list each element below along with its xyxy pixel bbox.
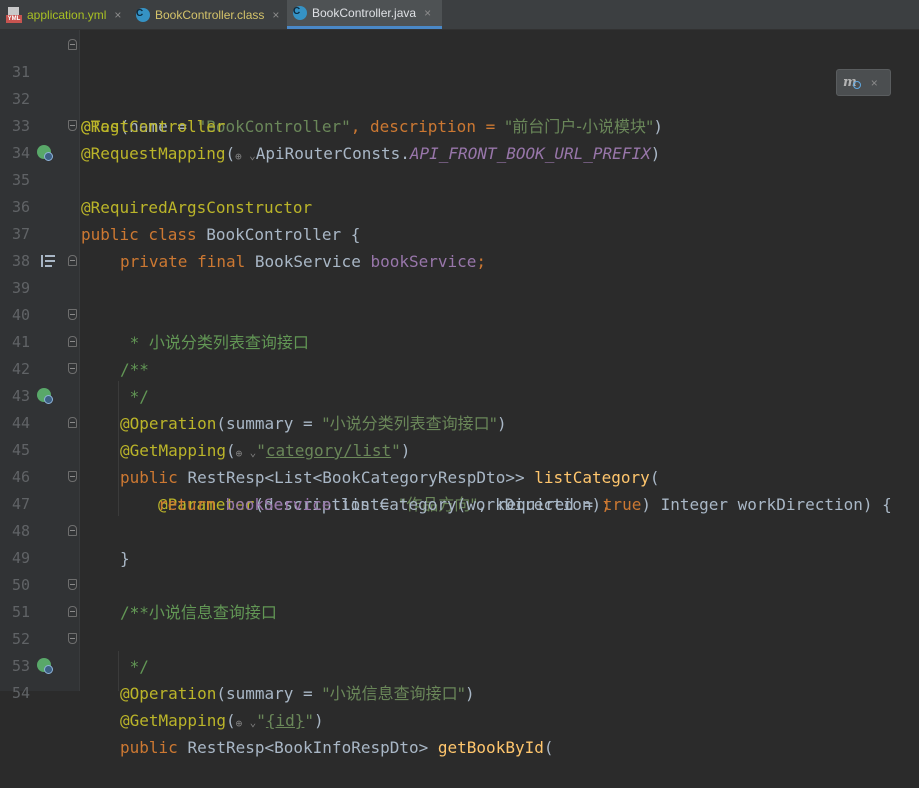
code-line: 50 * 小说信息查询接口	[0, 545, 919, 622]
tab-bookcontroller-class[interactable]: C BookController.class ×	[130, 0, 285, 29]
web-endpoint-gutter-icon[interactable]	[37, 658, 53, 674]
close-icon[interactable]: ×	[114, 8, 121, 22]
code-line: 37 private final BookService bookService…	[0, 194, 919, 271]
fold-icon[interactable]	[68, 363, 77, 374]
code-text: (	[543, 738, 554, 757]
code-line: 43 @GetMapping(⊕ ⌄"category/list")	[0, 356, 919, 460]
close-icon[interactable]: ×	[424, 6, 431, 20]
fold-icon[interactable]	[68, 633, 77, 644]
annotation: @GetMapping	[120, 711, 226, 730]
chevron-down-icon[interactable]: ⌄	[250, 716, 257, 729]
fold-icon[interactable]	[68, 309, 77, 320]
code-text: (	[225, 711, 236, 730]
code-line: 35 public class BookController {	[0, 140, 919, 244]
method-name: getBookById	[437, 738, 544, 757]
code-line: 48	[0, 491, 919, 540]
fold-icon[interactable]	[68, 471, 77, 482]
code-line: 38	[0, 221, 919, 270]
close-icon[interactable]: ×	[272, 8, 279, 22]
tab-label: BookController.class	[155, 7, 265, 22]
fold-icon[interactable]	[68, 579, 77, 590]
fold-icon[interactable]	[68, 39, 77, 50]
fold-icon[interactable]	[68, 525, 77, 536]
code-line: 46 return bookService.listCategory(workD…	[0, 437, 919, 514]
tab-application-yml[interactable]: YML application.yml ×	[0, 0, 128, 29]
code-line: 54 public RestResp<BookInfoRespDto> getB…	[0, 653, 919, 757]
editor-tab-bar: YML application.yml × C BookController.c…	[0, 0, 919, 30]
code-line: 49 /**	[0, 518, 919, 622]
code-line: 53 @GetMapping(⊕ ⌄"{id}")	[0, 626, 919, 730]
code-line: 42 @Operation(summary = "小说分类列表查询接口")	[0, 329, 919, 433]
code-text: (summary =	[216, 684, 323, 703]
maven-reload-popup[interactable]: m ×	[836, 69, 891, 96]
code-line: 33 @RequestMapping(⊕ ⌄ApiRouterConsts.API…	[0, 86, 919, 163]
tab-bookcontroller-java[interactable]: C BookController.java ×	[287, 0, 442, 29]
keyword: public	[120, 738, 188, 757]
spring-bean-icon[interactable]	[37, 145, 53, 161]
line-number: 54	[11, 684, 30, 702]
code-text: )	[314, 711, 324, 730]
code-line: 52 @Operation(summary = "小说信息查询接口")	[0, 599, 919, 703]
url-path-link[interactable]: {id}	[266, 711, 305, 730]
code-text: RestResp<BookInfoRespDto>	[187, 738, 438, 757]
class-file-icon: C	[293, 6, 307, 20]
code-line: 31 @Tag(name = "BookController", descrip…	[0, 32, 919, 136]
fold-icon[interactable]	[68, 606, 77, 617]
class-file-icon: C	[136, 7, 150, 22]
code-line: 40 * 小说分类列表查询接口	[0, 275, 919, 352]
code-line: 51 */	[0, 572, 919, 676]
code-text: )	[465, 684, 475, 703]
tab-label: BookController.java	[312, 6, 417, 20]
code-line: 34 @RequiredArgsConstructor	[0, 113, 919, 217]
render-doc-icon[interactable]	[41, 255, 55, 267]
code-editor[interactable]: 31 @Tag(name = "BookController", descrip…	[0, 30, 919, 757]
maven-reload-icon[interactable]: m	[843, 75, 861, 90]
web-endpoint-gutter-icon[interactable]	[37, 388, 53, 404]
close-icon[interactable]: ×	[871, 76, 878, 90]
fold-icon[interactable]	[68, 255, 77, 266]
web-endpoint-icon[interactable]: ⊕	[236, 718, 250, 730]
fold-icon[interactable]	[68, 417, 77, 428]
code-line: 36	[0, 167, 919, 216]
tab-label: application.yml	[27, 7, 107, 22]
yml-file-icon: YML	[6, 6, 22, 23]
fold-icon[interactable]	[68, 336, 77, 347]
code-line: 44 public RestResp<List<BookCategoryResp…	[0, 383, 919, 487]
code-line: 47 }	[0, 464, 919, 568]
string-literal: "小说信息查询接口"	[322, 684, 466, 703]
code-line: 45 @Parameter(description = "作品方向", requ…	[0, 410, 919, 514]
code-line: 41 */	[0, 302, 919, 406]
code-line: 39 /**	[0, 248, 919, 379]
string-literal: "	[256, 711, 266, 730]
fold-icon[interactable]	[68, 120, 77, 131]
string-literal: "	[304, 711, 315, 730]
annotation: @Operation	[120, 684, 217, 703]
code-line: 32 @RestController	[0, 59, 919, 136]
